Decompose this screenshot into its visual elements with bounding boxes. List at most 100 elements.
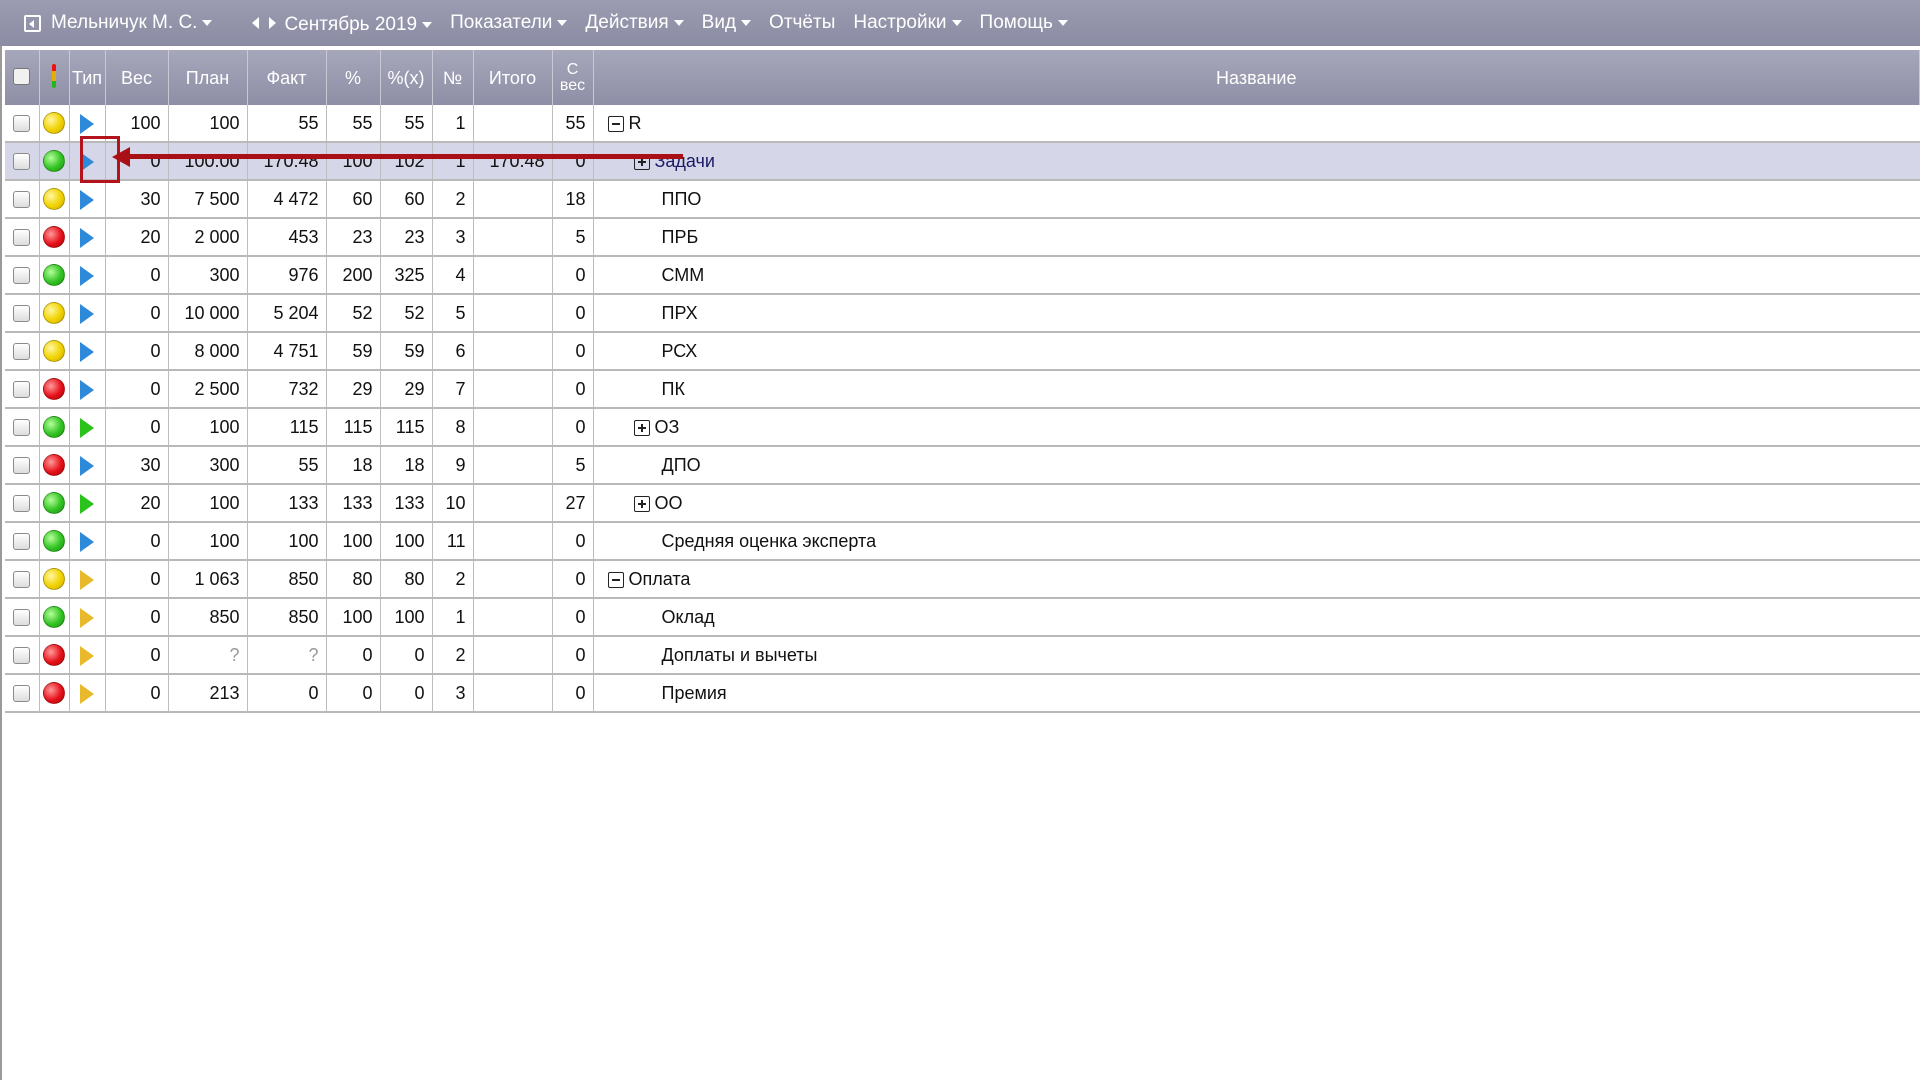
row-checkbox[interactable] bbox=[13, 685, 31, 703]
type-play-blue-icon[interactable] bbox=[80, 379, 94, 400]
row-checkbox-cell[interactable] bbox=[5, 105, 40, 143]
row-checkbox[interactable] bbox=[13, 571, 31, 589]
header-percent-x[interactable]: %(x) bbox=[380, 50, 433, 105]
type-play-blue-icon[interactable] bbox=[80, 113, 94, 134]
header-select-all[interactable] bbox=[5, 50, 40, 105]
type-cell[interactable] bbox=[69, 636, 106, 675]
header-with-weight[interactable]: С вес bbox=[552, 50, 594, 105]
type-cell[interactable] bbox=[69, 180, 106, 219]
row-checkbox-cell[interactable] bbox=[5, 294, 40, 333]
name-cell[interactable]: Оклад bbox=[593, 598, 1920, 637]
row-checkbox-cell[interactable] bbox=[5, 598, 40, 637]
header-number[interactable]: № bbox=[432, 50, 474, 105]
name-cell[interactable]: Средняя оценка эксперта bbox=[593, 522, 1920, 561]
row-checkbox[interactable] bbox=[13, 457, 31, 475]
type-cell[interactable] bbox=[69, 142, 106, 181]
row-checkbox[interactable] bbox=[13, 191, 31, 209]
type-cell[interactable] bbox=[69, 370, 106, 409]
menu-indicators[interactable]: Показатели bbox=[450, 12, 568, 34]
row-checkbox-cell[interactable] bbox=[5, 484, 40, 523]
name-cell[interactable]: ОЗ bbox=[593, 408, 1920, 447]
row-checkbox-cell[interactable] bbox=[5, 636, 40, 675]
row-checkbox[interactable] bbox=[13, 609, 31, 627]
type-play-green-icon[interactable] bbox=[80, 417, 94, 438]
type-cell[interactable] bbox=[69, 484, 106, 523]
prev-period-icon[interactable] bbox=[252, 17, 260, 29]
type-cell[interactable] bbox=[69, 294, 106, 333]
type-play-blue-icon[interactable] bbox=[80, 303, 94, 324]
name-cell[interactable]: СММ bbox=[593, 256, 1920, 295]
row-checkbox[interactable] bbox=[13, 115, 31, 133]
row-checkbox[interactable] bbox=[13, 419, 31, 437]
row-checkbox-cell[interactable] bbox=[5, 370, 40, 409]
expand-plus-icon[interactable] bbox=[633, 419, 650, 436]
header-percent[interactable]: % bbox=[326, 50, 381, 105]
type-play-blue-icon[interactable] bbox=[80, 151, 94, 172]
row-checkbox[interactable] bbox=[13, 647, 31, 665]
type-cell[interactable] bbox=[69, 256, 106, 295]
row-checkbox-cell[interactable] bbox=[5, 142, 40, 181]
table-row[interactable]: 0?? 0 0 2 0 Доплаты и вычеты bbox=[5, 636, 1920, 675]
row-checkbox-cell[interactable] bbox=[5, 522, 40, 561]
menu-view[interactable]: Вид bbox=[702, 12, 752, 34]
type-play-blue-icon[interactable] bbox=[80, 189, 94, 210]
row-checkbox[interactable] bbox=[13, 153, 31, 171]
table-row[interactable]: 0 850 850 100 100 1 0 Оклад bbox=[5, 598, 1920, 637]
row-checkbox[interactable] bbox=[13, 267, 31, 285]
name-cell[interactable]: ПРХ bbox=[593, 294, 1920, 333]
header-type[interactable]: Тип bbox=[69, 50, 106, 105]
table-row[interactable]: 0 10 000 5 204 52 52 5 0 ПРХ bbox=[5, 294, 1920, 333]
table-row[interactable]: 08 000 4 751 59 59 6 0 РСХ bbox=[5, 332, 1920, 371]
row-checkbox[interactable] bbox=[13, 305, 31, 323]
type-cell[interactable] bbox=[69, 598, 106, 637]
type-play-green-icon[interactable] bbox=[80, 493, 94, 514]
header-weight[interactable]: Вес bbox=[105, 50, 169, 105]
collapse-minus-icon[interactable] bbox=[607, 115, 624, 132]
row-checkbox-cell[interactable] bbox=[5, 408, 40, 447]
type-cell[interactable] bbox=[69, 522, 106, 561]
type-play-gold-icon[interactable] bbox=[80, 607, 94, 628]
type-play-gold-icon[interactable] bbox=[80, 645, 94, 666]
type-play-blue-icon[interactable] bbox=[80, 455, 94, 476]
name-cell[interactable]: РСХ bbox=[593, 332, 1920, 371]
menu-reports[interactable]: Отчёты bbox=[769, 12, 835, 34]
type-play-blue-icon[interactable] bbox=[80, 341, 94, 362]
type-cell[interactable] bbox=[69, 408, 106, 447]
type-play-blue-icon[interactable] bbox=[80, 265, 94, 286]
row-checkbox-cell[interactable] bbox=[5, 446, 40, 485]
expand-plus-icon[interactable] bbox=[633, 495, 650, 512]
row-checkbox-cell[interactable] bbox=[5, 218, 40, 257]
name-cell[interactable]: Премия bbox=[593, 674, 1920, 713]
table-row[interactable]: 20 100 133 133 133 10 27 ОО bbox=[5, 484, 1920, 523]
row-checkbox[interactable] bbox=[13, 343, 31, 361]
table-row[interactable]: 0 100.00 170.48 100 102 1 170.48 0 Задачи bbox=[5, 142, 1920, 181]
table-row[interactable]: 100 100 55 55 55 1 55 R bbox=[5, 105, 1920, 143]
row-checkbox-cell[interactable] bbox=[5, 256, 40, 295]
name-cell[interactable]: ДПО bbox=[593, 446, 1920, 485]
type-play-blue-icon[interactable] bbox=[80, 227, 94, 248]
row-checkbox[interactable] bbox=[13, 495, 31, 513]
name-cell[interactable]: R bbox=[593, 105, 1920, 143]
name-cell[interactable]: Доплаты и вычеты bbox=[593, 636, 1920, 675]
header-plan[interactable]: План bbox=[168, 50, 248, 105]
name-cell[interactable]: ПК bbox=[593, 370, 1920, 409]
type-cell[interactable] bbox=[69, 446, 106, 485]
expand-plus-icon[interactable] bbox=[633, 153, 650, 170]
row-checkbox[interactable] bbox=[13, 229, 31, 247]
type-cell[interactable] bbox=[69, 674, 106, 713]
name-cell[interactable]: Задачи bbox=[593, 142, 1920, 181]
row-checkbox-cell[interactable] bbox=[5, 180, 40, 219]
header-fact[interactable]: Факт bbox=[247, 50, 327, 105]
menu-actions[interactable]: Действия bbox=[585, 12, 684, 34]
table-row[interactable]: 0 300 976 200 325 4 0 СММ bbox=[5, 256, 1920, 295]
type-play-gold-icon[interactable] bbox=[80, 683, 94, 704]
table-row[interactable]: 02 500 732 29 29 7 0 ПК bbox=[5, 370, 1920, 409]
name-cell[interactable]: ПРБ bbox=[593, 218, 1920, 257]
name-cell[interactable]: Оплата bbox=[593, 560, 1920, 599]
header-total[interactable]: Итого bbox=[473, 50, 553, 105]
type-cell[interactable] bbox=[69, 218, 106, 257]
select-all-checkbox[interactable] bbox=[13, 67, 31, 85]
name-cell[interactable]: ППО bbox=[593, 180, 1920, 219]
menu-help[interactable]: Помощь bbox=[980, 12, 1068, 34]
table-row[interactable]: 01 063 850 80 80 2 0 Оплата bbox=[5, 560, 1920, 599]
